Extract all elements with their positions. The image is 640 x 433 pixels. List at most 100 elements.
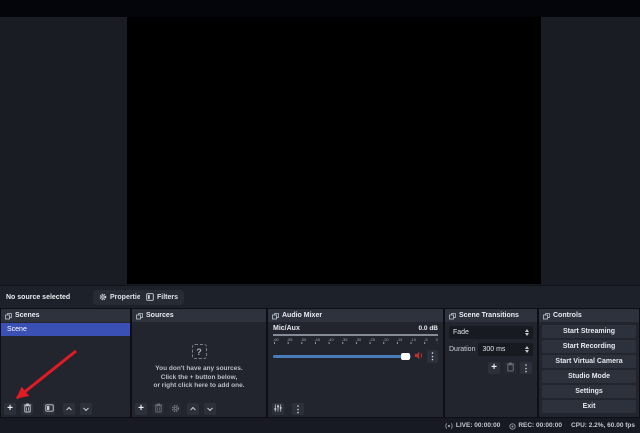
db-tick: -5 xyxy=(424,336,428,342)
trash-icon xyxy=(23,403,32,415)
gear-icon xyxy=(99,293,107,303)
filters-button[interactable]: Filters xyxy=(140,290,185,305)
rec-status: REC: 00:00:00 xyxy=(509,417,562,433)
plus-icon: + xyxy=(138,403,144,414)
controls-buttons: Start Streaming Start Recording Start Vi… xyxy=(539,322,639,416)
scene-transitions-panel-title: Scene Transitions xyxy=(459,312,519,319)
status-bar: LIVE: 00:00:00 REC: 00:00:00 CPU: 2.2%, … xyxy=(0,418,640,433)
remove-transition-button[interactable] xyxy=(504,362,516,374)
channel-options-button[interactable]: ⋮ xyxy=(427,349,438,363)
advanced-audio-button[interactable] xyxy=(272,403,284,415)
db-tick: -55 xyxy=(286,336,293,342)
live-time: LIVE: 00:00:00 xyxy=(455,422,501,429)
move-source-up-button[interactable] xyxy=(187,403,199,415)
trash-icon xyxy=(154,403,163,415)
empty-line-2: Click the + button below, xyxy=(160,373,238,381)
settings-button[interactable]: Settings xyxy=(542,385,636,398)
transition-select[interactable]: Fade xyxy=(449,326,533,339)
duration-spinbox[interactable]: 300 ms xyxy=(478,343,533,356)
controls-panel-header[interactable]: Controls xyxy=(539,309,639,322)
filters-icon xyxy=(146,292,154,303)
db-tick: -30 xyxy=(355,336,362,342)
sources-empty-state[interactable]: ? You don't have any sources. Click the … xyxy=(132,344,266,391)
kebab-icon: ⋮ xyxy=(293,403,303,414)
scenes-panel-title: Scenes xyxy=(15,312,40,319)
audio-settings-icon xyxy=(274,404,282,414)
mixer-options-button[interactable]: ⋮ xyxy=(292,403,304,415)
record-disc-icon xyxy=(509,417,516,433)
volume-meter xyxy=(273,334,438,336)
empty-line-3: or right click here to add one. xyxy=(153,382,245,389)
no-source-selected-label: No source selected xyxy=(6,294,71,301)
dock-area: Scenes Scene + Sources ? You don't have … xyxy=(0,308,640,418)
kebab-icon: ⋮ xyxy=(521,362,531,373)
chevron-down-icon xyxy=(207,405,213,412)
scene-filters-button[interactable] xyxy=(43,403,55,415)
mixer-toolbar: ⋮ xyxy=(272,403,304,415)
move-source-down-button[interactable] xyxy=(204,403,216,415)
db-tick: 0 xyxy=(435,336,438,342)
audio-mixer-panel: Audio Mixer Mic/Aux 0.0 dB -60 -55 -5 0 -… xyxy=(268,309,443,417)
db-tick-marks xyxy=(273,341,438,344)
empty-line-1: You don't have any sources. xyxy=(155,365,243,372)
obs-window: No source selected Properties Filters Sc… xyxy=(0,0,640,433)
studio-mode-button[interactable]: Studio Mode xyxy=(542,370,636,383)
channel-db-value: 0.0 dB xyxy=(418,325,438,332)
channel-name: Mic/Aux xyxy=(273,325,300,332)
preview-area xyxy=(0,17,640,285)
controls-panel-title: Controls xyxy=(553,312,582,319)
remove-scene-button[interactable] xyxy=(21,403,33,415)
start-virtual-camera-button[interactable]: Start Virtual Camera xyxy=(542,355,636,368)
popout-icon xyxy=(272,309,279,325)
cpu-fps-stats: CPU: 2.2%, 60.00 fps xyxy=(571,422,635,429)
add-source-button[interactable]: + xyxy=(135,403,147,415)
scene-list-item[interactable]: Scene xyxy=(1,323,130,336)
db-tick: -25 xyxy=(369,336,375,342)
db-tick: -40 xyxy=(327,336,334,342)
db-tick: -60 xyxy=(273,336,279,342)
audio-mixer-panel-header[interactable]: Audio Mixer xyxy=(268,309,443,322)
sources-panel-title: Sources xyxy=(146,312,174,319)
start-streaming-button[interactable]: Start Streaming xyxy=(542,325,636,338)
volume-slider[interactable] xyxy=(273,352,411,360)
gear-icon xyxy=(171,404,180,415)
transition-options-button[interactable]: ⋮ xyxy=(520,362,532,374)
question-glyph: ? xyxy=(196,346,202,357)
filters-label: Filters xyxy=(157,294,179,301)
source-toolbar: No source selected Properties Filters xyxy=(0,285,640,308)
start-recording-button[interactable]: Start Recording xyxy=(542,340,636,353)
duration-value: 300 ms xyxy=(482,346,506,353)
source-properties-button[interactable] xyxy=(169,403,181,415)
exit-button[interactable]: Exit xyxy=(542,400,636,413)
window-titlebar xyxy=(0,0,640,17)
split-panel-icon xyxy=(44,404,54,414)
trash-icon xyxy=(506,362,515,374)
scene-transitions-panel-header[interactable]: Scene Transitions xyxy=(445,309,537,322)
scenes-toolbar: + xyxy=(4,403,92,415)
mute-speaker-icon[interactable] xyxy=(414,347,424,365)
scenes-panel-header[interactable]: Scenes xyxy=(1,309,130,322)
transition-selected-value: Fade xyxy=(453,329,469,336)
scenes-panel: Scenes Scene + xyxy=(1,309,130,417)
db-tick: -45 xyxy=(314,336,320,342)
db-tick: -20 xyxy=(382,336,389,342)
remove-source-button[interactable] xyxy=(152,403,164,415)
preview-canvas[interactable] xyxy=(127,17,541,284)
volume-slider-handle[interactable] xyxy=(401,352,410,360)
popout-icon xyxy=(543,309,550,325)
chevron-down-icon xyxy=(83,405,89,412)
move-scene-up-button[interactable] xyxy=(63,403,75,415)
sources-panel-header[interactable]: Sources xyxy=(132,309,266,322)
db-tick: -10 xyxy=(410,336,417,342)
db-tick: -35 xyxy=(341,336,348,342)
sources-toolbar: + xyxy=(135,403,216,415)
move-scene-down-button[interactable] xyxy=(80,403,92,415)
sources-panel: Sources ? You don't have any sources. Cl… xyxy=(132,309,266,417)
add-scene-button[interactable]: + xyxy=(4,403,16,415)
add-transition-button[interactable]: + xyxy=(488,362,500,374)
popout-icon xyxy=(449,309,456,325)
duration-label: Duration xyxy=(449,346,476,353)
rec-time: REC: 00:00:00 xyxy=(518,422,563,429)
popout-icon xyxy=(136,309,143,325)
plus-icon: + xyxy=(491,362,497,373)
